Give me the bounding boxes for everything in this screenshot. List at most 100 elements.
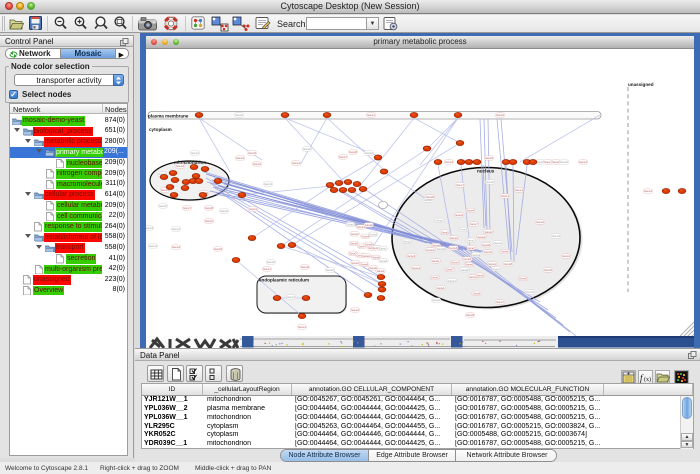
- svg-text:Gene1: Gene1: [437, 286, 445, 290]
- svg-text:Gene3: Gene3: [146, 226, 153, 230]
- svg-text:Gene3: Gene3: [464, 257, 472, 261]
- svg-text:Gene0: Gene0: [347, 223, 355, 227]
- svg-text:Gene0: Gene0: [494, 241, 502, 245]
- svg-text:Gene7: Gene7: [470, 222, 478, 226]
- svg-text:Gene2: Gene2: [451, 261, 459, 265]
- svg-text:Gene5: Gene5: [369, 232, 377, 236]
- svg-text:unassigned: unassigned: [628, 82, 654, 87]
- svg-text:Gene3: Gene3: [407, 254, 415, 258]
- svg-text:Gene4: Gene4: [412, 266, 420, 270]
- svg-text:Gene4: Gene4: [363, 254, 371, 258]
- svg-text:Gene8: Gene8: [482, 243, 490, 247]
- svg-text:Gene2: Gene2: [436, 219, 444, 223]
- svg-text:Gene4: Gene4: [466, 209, 474, 213]
- svg-text:Gene3: Gene3: [149, 244, 157, 248]
- svg-text:Gene1: Gene1: [515, 188, 523, 192]
- svg-text:Gene1: Gene1: [379, 247, 387, 251]
- svg-text:Gene2: Gene2: [253, 162, 261, 166]
- svg-text:Gene1: Gene1: [298, 325, 306, 329]
- svg-text:Gene3: Gene3: [287, 295, 295, 299]
- svg-text:Gene6: Gene6: [459, 228, 467, 232]
- svg-text:Gene2: Gene2: [205, 219, 213, 223]
- svg-text:Gene6: Gene6: [526, 290, 534, 294]
- svg-text:Gene7: Gene7: [339, 155, 347, 159]
- svg-text:Gene3: Gene3: [172, 227, 180, 231]
- svg-text:Gene0: Gene0: [519, 277, 527, 281]
- svg-text:Gene1: Gene1: [488, 262, 496, 266]
- svg-text:Gene6: Gene6: [449, 246, 457, 250]
- svg-text:cytoplasm: cytoplasm: [149, 127, 172, 132]
- svg-text:Gene4: Gene4: [236, 156, 244, 160]
- svg-text:Gene2: Gene2: [431, 276, 439, 280]
- svg-text:plasma membrane: plasma membrane: [148, 114, 189, 119]
- svg-text:Gene4: Gene4: [172, 245, 180, 249]
- svg-text:endoplasmic reticulum: endoplasmic reticulum: [259, 278, 309, 283]
- svg-text:Gene4: Gene4: [644, 189, 652, 193]
- svg-text:Gene8: Gene8: [461, 268, 469, 272]
- svg-text:Gene6: Gene6: [303, 147, 311, 151]
- svg-text:Gene4: Gene4: [562, 254, 570, 258]
- svg-text:Gene7: Gene7: [263, 267, 271, 271]
- svg-text:Gene5: Gene5: [214, 247, 222, 251]
- svg-text:Gene1: Gene1: [249, 207, 257, 211]
- svg-text:Gene5: Gene5: [544, 268, 552, 272]
- svg-text:Gene3: Gene3: [552, 234, 560, 238]
- svg-text:Gene5: Gene5: [484, 250, 492, 254]
- svg-text:Gene0: Gene0: [432, 298, 440, 302]
- svg-text:Gene8: Gene8: [349, 150, 357, 154]
- svg-text:Gene2: Gene2: [403, 239, 411, 243]
- svg-text:Gene3: Gene3: [455, 213, 463, 217]
- svg-text:Gene0: Gene0: [486, 180, 494, 184]
- svg-text:Gene3: Gene3: [351, 232, 359, 236]
- svg-text:Gene0: Gene0: [326, 268, 334, 272]
- svg-text:Gene3: Gene3: [485, 230, 493, 234]
- svg-text:(x): (x): [644, 376, 651, 383]
- svg-text:Gene5: Gene5: [485, 156, 493, 160]
- svg-text:Gene6: Gene6: [350, 242, 358, 246]
- svg-text:Gene2: Gene2: [536, 220, 544, 224]
- svg-text:Gene2: Gene2: [176, 164, 184, 168]
- svg-text:Gene8: Gene8: [504, 262, 512, 266]
- svg-text:Gene8: Gene8: [466, 313, 474, 317]
- svg-text:Gene6: Gene6: [380, 259, 388, 263]
- svg-text:Gene2: Gene2: [496, 113, 504, 117]
- svg-text:Gene0: Gene0: [235, 113, 243, 117]
- svg-text:Gene0: Gene0: [560, 160, 568, 164]
- svg-text:Gene3: Gene3: [191, 151, 199, 155]
- svg-text:Gene0: Gene0: [465, 263, 473, 267]
- svg-text:Gene4: Gene4: [472, 253, 480, 257]
- svg-text:Gene4: Gene4: [426, 248, 434, 252]
- svg-text:Gene0: Gene0: [365, 151, 373, 155]
- svg-text:Gene7: Gene7: [496, 300, 504, 304]
- svg-text:Gene8: Gene8: [426, 195, 434, 199]
- svg-text:Gene8: Gene8: [301, 265, 309, 269]
- svg-text:Gene6: Gene6: [267, 260, 275, 264]
- svg-text:Gene1: Gene1: [292, 161, 300, 165]
- svg-text:Gene7: Gene7: [352, 261, 360, 265]
- svg-text:Gene1: Gene1: [467, 239, 475, 243]
- svg-text:Gene7: Gene7: [468, 246, 476, 250]
- svg-text:Gene8: Gene8: [365, 243, 373, 247]
- svg-text:Gene1: Gene1: [432, 259, 440, 263]
- svg-text:Gene4: Gene4: [445, 160, 453, 164]
- svg-text:Gene2: Gene2: [365, 223, 373, 227]
- svg-text:Gene3: Gene3: [448, 279, 456, 283]
- svg-text:Gene7: Gene7: [446, 268, 454, 272]
- svg-text:Gene1: Gene1: [377, 269, 385, 273]
- svg-text:nucleus: nucleus: [477, 169, 495, 174]
- svg-text:Gene8: Gene8: [360, 263, 368, 267]
- svg-text:Gene7: Gene7: [492, 267, 500, 271]
- svg-text:Gene6: Gene6: [501, 250, 509, 254]
- svg-text:Gene8: Gene8: [205, 206, 213, 210]
- svg-text:Gene1: Gene1: [367, 113, 375, 117]
- svg-text:Gene1: Gene1: [579, 160, 587, 164]
- svg-text:Gene6: Gene6: [473, 292, 481, 296]
- svg-text:Gene6: Gene6: [159, 204, 167, 208]
- svg-text:Gene7: Gene7: [456, 183, 464, 187]
- svg-text:Gene5: Gene5: [441, 230, 449, 234]
- svg-text:Gene5: Gene5: [248, 151, 256, 155]
- svg-text:Gene0: Gene0: [450, 236, 458, 240]
- svg-text:Gene5: Gene5: [476, 273, 484, 277]
- svg-text:Gene3: Gene3: [264, 182, 272, 186]
- svg-text:Gene2: Gene2: [478, 235, 486, 239]
